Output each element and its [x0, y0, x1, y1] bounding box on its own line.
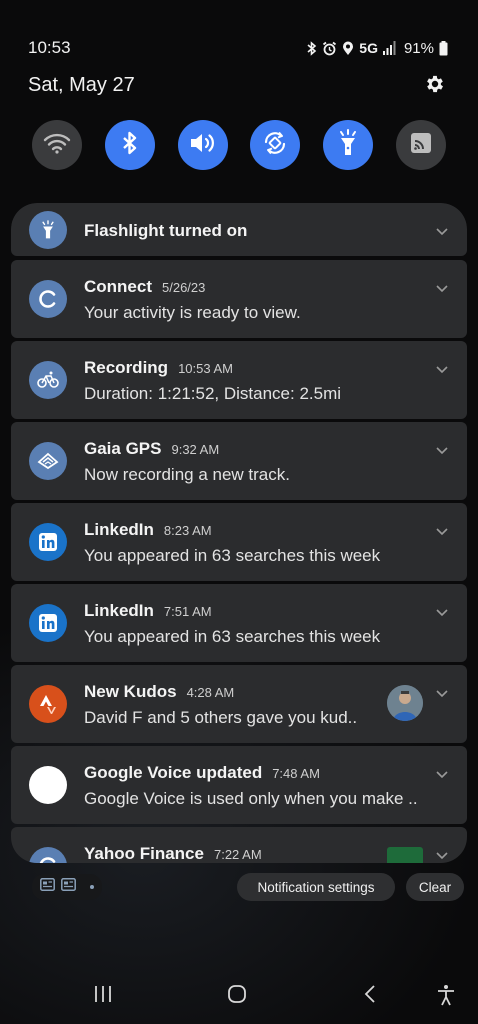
linkedin-icon [29, 604, 67, 642]
notification-google-voice[interactable]: Google Voice updated 7:48 AM Google Voic… [11, 746, 467, 824]
chevron-down-icon[interactable] [435, 223, 449, 241]
avatar [387, 685, 423, 721]
bluetooth-toggle[interactable] [104, 120, 155, 170]
navigation-bar [0, 980, 478, 1010]
notification-body: You appeared in 63 searches this week [84, 546, 381, 565]
gear-icon[interactable] [424, 73, 448, 97]
quick-settings [32, 120, 446, 170]
notification-gaia-gps[interactable]: Gaia GPS 9:32 AM Now recording a new tra… [11, 422, 467, 500]
home-button[interactable] [227, 984, 247, 1009]
yahoo-finance-icon [29, 847, 67, 863]
more-dot-icon [90, 885, 94, 889]
flashlight-icon [338, 128, 358, 162]
notification-time: 7:22 AM [213, 847, 262, 862]
google-voice-icon [29, 766, 67, 804]
notification-recording[interactable]: Recording 10:53 AM Duration: 1:21:52, Di… [11, 341, 467, 419]
notification-body: Your activity is ready to view. [84, 303, 301, 322]
clear-button[interactable]: Clear [406, 873, 464, 901]
accessibility-icon[interactable] [436, 984, 456, 1011]
sound-toggle[interactable] [177, 120, 228, 170]
bluetooth-icon [307, 40, 317, 56]
rotate-icon [261, 129, 289, 162]
chevron-down-icon[interactable] [435, 523, 449, 541]
speaker-icon [189, 131, 217, 160]
notification-settings-button[interactable]: Notification settings [237, 873, 395, 901]
chevron-down-icon[interactable] [435, 442, 449, 460]
notification-flashlight[interactable]: Flashlight turned on [11, 203, 467, 256]
alarm-icon [322, 41, 337, 56]
notification-strava[interactable]: New Kudos 4:28 AM David F and 5 others g… [11, 665, 467, 743]
notification-body: Duration: 1:21:52, Distance: 2.5mi [84, 384, 342, 403]
strava-icon [29, 685, 67, 723]
notification-time: 4:28 AM [186, 685, 235, 700]
notification-yahoo-finance[interactable]: Yahoo Finance 7:22 AM [11, 827, 467, 863]
chevron-down-icon[interactable] [435, 685, 449, 703]
network-type: 5G [359, 40, 378, 56]
recent-apps-button[interactable] [93, 984, 113, 1009]
notification-app: Gaia GPS [84, 439, 162, 458]
notification-title: Flashlight turned on [84, 221, 248, 240]
notification-linkedin[interactable]: LinkedIn 8:23 AM You appeared in 63 sear… [11, 503, 467, 581]
notification-body: David F and 5 others gave you kud.. [84, 708, 358, 727]
notification-controls: Notification settings Clear [32, 873, 466, 901]
date-label: Sat, May 27 [28, 73, 135, 96]
status-bar: 10:53 5G 91% [28, 36, 448, 60]
linkedin-icon [29, 523, 67, 561]
flashlight-icon [29, 211, 67, 249]
garmin-connect-icon [29, 280, 67, 318]
notification-app: Google Voice updated [84, 763, 263, 782]
news-icon [40, 878, 55, 896]
notification-time: 8:23 AM [163, 523, 212, 538]
battery-percent: 91% [403, 39, 434, 57]
chevron-down-icon[interactable] [435, 361, 449, 379]
wifi-icon [43, 132, 71, 159]
notification-time: 10:53 AM [178, 361, 233, 376]
notification-app: LinkedIn [84, 601, 154, 620]
location-icon [342, 41, 354, 56]
notification-linkedin[interactable]: LinkedIn 7:51 AM You appeared in 63 sear… [11, 584, 467, 662]
notification-list: Flashlight turned on Connect 5/26/23 You… [11, 203, 467, 863]
bluetooth-icon [122, 131, 138, 160]
chevron-down-icon[interactable] [435, 766, 449, 784]
notification-time: 7:51 AM [163, 604, 212, 619]
thumbnail-image [387, 847, 423, 863]
notification-app: Connect [84, 277, 152, 296]
wifi-toggle[interactable] [32, 120, 82, 170]
cast-icon [410, 132, 432, 159]
chevron-down-icon[interactable] [435, 847, 449, 863]
notification-app: New Kudos [84, 682, 177, 701]
status-time: 10:53 [28, 38, 71, 57]
notification-body: Google Voice is used only when you make … [84, 789, 418, 808]
notification-app: Yahoo Finance [84, 844, 204, 863]
gaia-gps-icon [29, 442, 67, 480]
flashlight-toggle[interactable] [323, 120, 374, 170]
notification-body: You appeared in 63 searches this week [84, 627, 381, 646]
signal-icon [382, 41, 397, 55]
notification-time: 7:48 AM [272, 766, 320, 781]
battery-icon [439, 40, 448, 56]
status-icons: 5G 91% [307, 40, 448, 57]
notification-body: Now recording a new track. [84, 465, 290, 484]
date-row: Sat, May 27 [28, 72, 448, 98]
notification-time: 5/26/23 [162, 280, 206, 295]
notification-connect[interactable]: Connect 5/26/23 Your activity is ready t… [11, 260, 467, 338]
notification-time: 9:32 AM [171, 442, 220, 457]
notification-icons-strip[interactable] [32, 874, 102, 900]
cycling-icon [29, 361, 67, 399]
notification-app: Recording [84, 358, 169, 377]
back-button[interactable] [362, 984, 378, 1009]
chevron-down-icon[interactable] [435, 280, 449, 298]
auto-rotate-toggle[interactable] [250, 120, 301, 170]
cast-toggle[interactable] [395, 120, 446, 170]
notification-app: LinkedIn [84, 520, 154, 539]
chevron-down-icon[interactable] [435, 604, 449, 622]
news-icon [61, 878, 76, 896]
